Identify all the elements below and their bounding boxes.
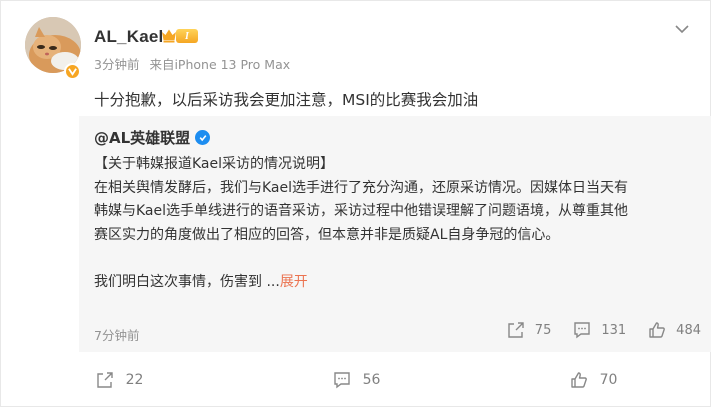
repost-comment-button[interactable]: 131 [573, 321, 626, 339]
comment-button[interactable]: 56 [238, 371, 475, 389]
repost-line: 韩媒与Kael选手单线进行的语音采访，采访过程中他错误理解了问题语境，从尊重其他 [94, 203, 629, 219]
repost-like-count: 484 [676, 322, 701, 338]
comment-count: 56 [362, 372, 381, 388]
repost-line: 【关于韩媒报道Kael采访的情况说明】 [94, 156, 335, 172]
repost-author[interactable]: @AL英雄联盟 [94, 127, 190, 148]
post-meta: 3分钟前 来自iPhone 13 Pro Max [94, 54, 296, 73]
comment-icon [574, 322, 591, 339]
share-button[interactable]: 22 [1, 371, 238, 389]
crown-icon [162, 29, 176, 43]
thumbs-up-icon [570, 372, 587, 388]
repost-share-button[interactable]: 75 [507, 321, 552, 339]
share-icon [508, 322, 524, 338]
repost-line-text: 我们明白这次事情，伤害到 ... [94, 274, 280, 290]
expand-link[interactable]: 展开 [280, 274, 308, 290]
share-icon [96, 372, 113, 388]
username[interactable]: AL_Kael [94, 27, 163, 47]
like-count: 70 [599, 372, 618, 388]
repost-line: 在相关舆情发酵后，我们与Kael选手进行了充分沟通，还原采访情况。因媒体日当天有 [94, 179, 629, 196]
repost-box[interactable]: @AL英雄联盟 【关于韩媒报道Kael采访的情况说明】 在相关舆情发酵后，我们与… [79, 116, 711, 352]
post-text: 十分抱歉，以后采访我会更加注意，MSI的比赛我会加油 [94, 91, 479, 109]
verified-blue-v-icon [195, 130, 210, 145]
thumbs-up-icon [649, 322, 666, 338]
repost-body: 【关于韩媒报道Kael采访的情况说明】 在相关舆情发酵后，我们与Kael选手进行… [94, 153, 700, 295]
repost-actions: 75 131 484 [485, 321, 701, 339]
repost-share-count: 75 [534, 322, 552, 338]
comment-icon [333, 372, 350, 389]
share-count: 22 [125, 372, 144, 388]
repost-line: 赛区实力的角度做出了相应的回答，但本意并非是质疑AL自身争冠的信心。 [94, 226, 560, 243]
repost-like-button[interactable]: 484 [648, 321, 701, 339]
post-time[interactable]: 3分钟前 [94, 57, 139, 72]
repost-time[interactable]: 7分钟前 [94, 325, 139, 344]
post-source: 来自iPhone 13 Pro Max [149, 57, 291, 72]
level-badge: I [176, 29, 198, 43]
weibo-post-card: AL_Kael I 3分钟前 来自iPhone 13 Pro Max 十分抱歉，… [0, 0, 711, 407]
chevron-down-icon[interactable] [674, 21, 690, 37]
verified-badge-icon [64, 63, 81, 80]
like-button[interactable]: 70 [475, 371, 711, 389]
post-footer-actions: 22 56 70 [1, 352, 711, 407]
repost-line-truncated: 我们明白这次事情，伤害到 ...展开 [94, 271, 700, 295]
repost-comment-count: 131 [601, 322, 627, 338]
